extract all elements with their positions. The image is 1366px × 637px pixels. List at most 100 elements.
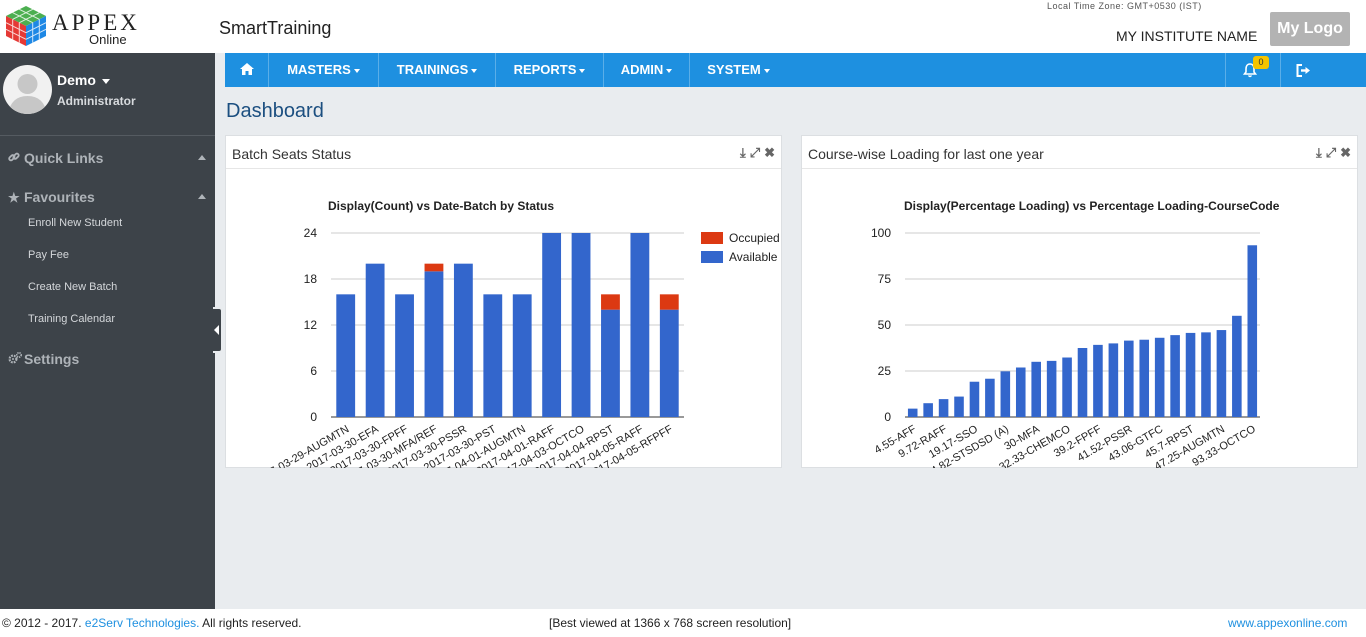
cube-logo-icon xyxy=(5,6,47,46)
top-header: APPEX Online SmartTraining Local Time Zo… xyxy=(0,0,1366,53)
avatar[interactable] xyxy=(3,65,52,114)
bar-loading xyxy=(1124,340,1134,417)
website-link[interactable]: www.appexonline.com xyxy=(1228,616,1347,630)
nav-masters[interactable]: MASTERS xyxy=(269,53,379,87)
bar-occupied xyxy=(424,263,444,272)
sidebar-link-training-calendar[interactable]: Training Calendar xyxy=(28,313,115,325)
collapse-caret-icon xyxy=(198,194,206,199)
bar-available xyxy=(365,263,385,417)
y-tick-label: 25 xyxy=(878,364,892,378)
bar-available xyxy=(601,309,620,417)
institute-name: MY INSTITUTE NAME xyxy=(1116,28,1258,44)
sidebar-toggle[interactable] xyxy=(213,307,223,353)
caret-down-icon xyxy=(579,68,586,73)
sidebar-link-enroll-new-student[interactable]: Enroll New Student xyxy=(28,217,122,229)
download-icon[interactable]: ⤓ xyxy=(740,145,746,161)
legend-swatch-occupied xyxy=(701,232,723,244)
bar-loading xyxy=(1093,344,1103,417)
caret-down-icon xyxy=(763,68,770,73)
chevron-left-icon xyxy=(214,325,219,335)
nav-admin[interactable]: ADMIN xyxy=(604,53,690,87)
course-loading-panel: Course-wise Loading for last one year ⤓ ⤢… xyxy=(801,135,1358,468)
user-name: Demo xyxy=(57,72,96,88)
sidebar-favourites[interactable]: ★ Favourites xyxy=(8,189,208,206)
sidebar-settings[interactable]: Settings xyxy=(8,351,79,367)
legend-swatch-available xyxy=(701,251,723,263)
collapse-caret-icon xyxy=(198,155,206,160)
nav-system[interactable]: SYSTEM xyxy=(690,53,787,87)
nav-home[interactable] xyxy=(225,53,269,87)
bar-loading xyxy=(1000,371,1011,417)
y-tick-label: 100 xyxy=(871,226,891,240)
bar-available xyxy=(336,294,356,417)
sidebar-link-create-new-batch[interactable]: Create New Batch xyxy=(28,281,117,293)
bar-available xyxy=(512,294,532,417)
link-icon xyxy=(8,150,24,166)
star-icon: ★ xyxy=(8,190,20,205)
nav-trainings[interactable]: TRAININGS xyxy=(379,53,496,87)
bar-available xyxy=(453,263,473,417)
bar-loading xyxy=(1247,245,1258,417)
bar-loading xyxy=(1170,335,1180,417)
bar-available xyxy=(659,309,679,417)
page-title: Dashboard xyxy=(226,100,324,122)
y-tick-label: 18 xyxy=(304,272,318,286)
nav-reports[interactable]: REPORTS xyxy=(496,53,604,87)
nav-admin-label: ADMIN xyxy=(620,62,664,77)
y-tick-label: 6 xyxy=(310,364,317,378)
bar-loading xyxy=(1015,367,1026,417)
quick-links-label: Quick Links xyxy=(24,150,104,166)
main-nav: MASTERS TRAININGS REPORTS ADMIN SYSTEM xyxy=(225,53,1366,87)
y-tick-label: 0 xyxy=(884,410,891,424)
user-menu[interactable]: Demo xyxy=(57,72,110,88)
chart-title: Display(Percentage Loading) vs Percentag… xyxy=(904,199,1280,213)
nav-reports-label: REPORTS xyxy=(513,62,577,77)
bar-loading xyxy=(1062,357,1072,417)
bar-loading xyxy=(1139,339,1150,417)
batch-seats-panel: Batch Seats Status ⤓ ⤢ ✖ Display(Count) vs… xyxy=(225,135,782,468)
sign-out-icon xyxy=(1296,64,1310,77)
bar-occupied xyxy=(659,294,679,310)
sidebar-quick-links[interactable]: Quick Links xyxy=(8,150,208,166)
footer-copyright: © 2012 - 2017. e2Serv Technologies. All … xyxy=(2,616,302,630)
footer: © 2012 - 2017. e2Serv Technologies. All … xyxy=(0,609,1366,637)
y-tick-label: 50 xyxy=(878,318,892,332)
batch-seats-chart: Display(Count) vs Date-Batch by Status 24… xyxy=(252,199,780,468)
settings-label: Settings xyxy=(24,351,80,367)
bar-loading xyxy=(1108,343,1119,417)
course-loading-chart: Display(Percentage Loading) vs Percentag… xyxy=(871,199,1280,468)
bar-loading xyxy=(969,381,980,417)
timezone-label: Local Time Zone: GMT+0530 (IST) xyxy=(1047,1,1202,11)
expand-icon[interactable]: ⤢ xyxy=(1326,145,1336,161)
bar-loading xyxy=(985,378,995,417)
expand-icon[interactable]: ⤢ xyxy=(750,145,760,161)
rights-text: All rights reserved. xyxy=(202,616,302,630)
gears-icon xyxy=(8,351,24,367)
appex-logo[interactable]: APPEX Online xyxy=(4,4,204,49)
caret-down-icon xyxy=(666,68,673,73)
close-icon[interactable]: ✖ xyxy=(1340,145,1351,161)
company-link[interactable]: e2Serv Technologies. xyxy=(85,616,200,630)
nav-masters-label: MASTERS xyxy=(287,62,351,77)
nav-trainings-label: TRAININGS xyxy=(396,62,469,77)
bar-available xyxy=(395,294,414,417)
sidebar-link-pay-fee[interactable]: Pay Fee xyxy=(28,249,69,261)
legend-label-available: Available xyxy=(729,250,778,264)
logout-button[interactable] xyxy=(1280,53,1366,87)
caret-down-icon xyxy=(353,68,360,73)
bar-loading xyxy=(907,408,918,417)
bar-loading xyxy=(1185,332,1196,417)
nav-system-label: SYSTEM xyxy=(707,62,761,77)
bar-loading xyxy=(1046,360,1057,417)
sidebar: Demo Administrator Quick Links ★ Favourit… xyxy=(0,53,215,609)
bar-loading xyxy=(923,403,933,417)
user-silhouette-icon xyxy=(8,74,47,114)
download-icon[interactable]: ⤓ xyxy=(1316,145,1322,161)
sidebar-divider xyxy=(0,135,215,136)
copyright-text: © 2012 - 2017. xyxy=(2,616,82,630)
bar-loading xyxy=(954,396,964,417)
bar-available xyxy=(542,233,562,417)
bar-loading xyxy=(1216,330,1227,417)
close-icon[interactable]: ✖ xyxy=(764,145,775,161)
home-icon xyxy=(239,63,254,76)
